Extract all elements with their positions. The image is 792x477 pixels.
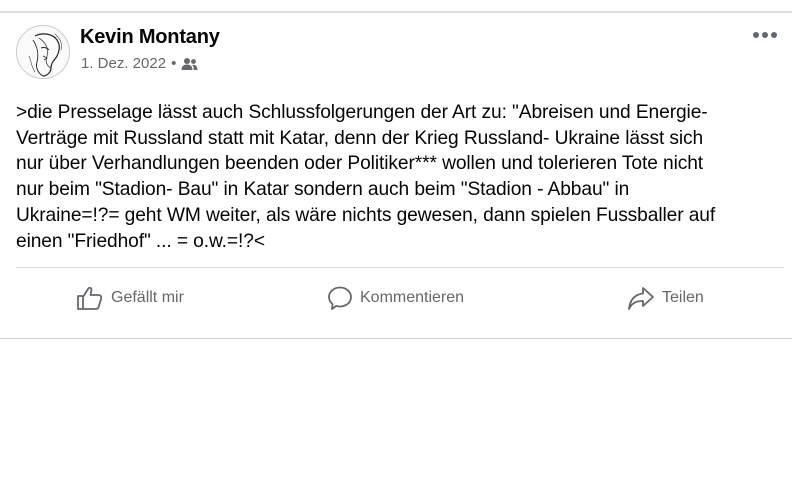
author-name[interactable]: Kevin Montany [80, 26, 220, 49]
dot-icon [753, 32, 759, 38]
post-meta: 1. Dez. 2022 • [81, 55, 198, 72]
more-options-button[interactable] [752, 25, 778, 45]
post-body-text: >die Presselage lässt auch Schlussfolger… [16, 102, 716, 252]
friends-icon[interactable] [181, 57, 198, 71]
author-avatar[interactable] [16, 25, 70, 79]
share-button[interactable]: Teilen [627, 283, 704, 313]
thumbs-up-icon [77, 286, 103, 310]
share-arrow-icon [628, 287, 654, 310]
comment-bubble-icon [328, 286, 352, 310]
actions-divider [16, 267, 784, 268]
like-button[interactable]: Gefällt mir [76, 283, 184, 313]
post-date[interactable]: 1. Dez. 2022 [81, 55, 166, 72]
dot-icon [762, 32, 768, 38]
share-label: Teilen [662, 289, 704, 306]
avatar-sketch-image [17, 26, 69, 78]
comment-label: Kommentieren [360, 289, 465, 306]
comment-button[interactable]: Kommentieren [327, 283, 464, 313]
dot-icon [771, 32, 777, 38]
like-label: Gefällt mir [111, 289, 184, 306]
meta-separator: • [171, 55, 177, 72]
